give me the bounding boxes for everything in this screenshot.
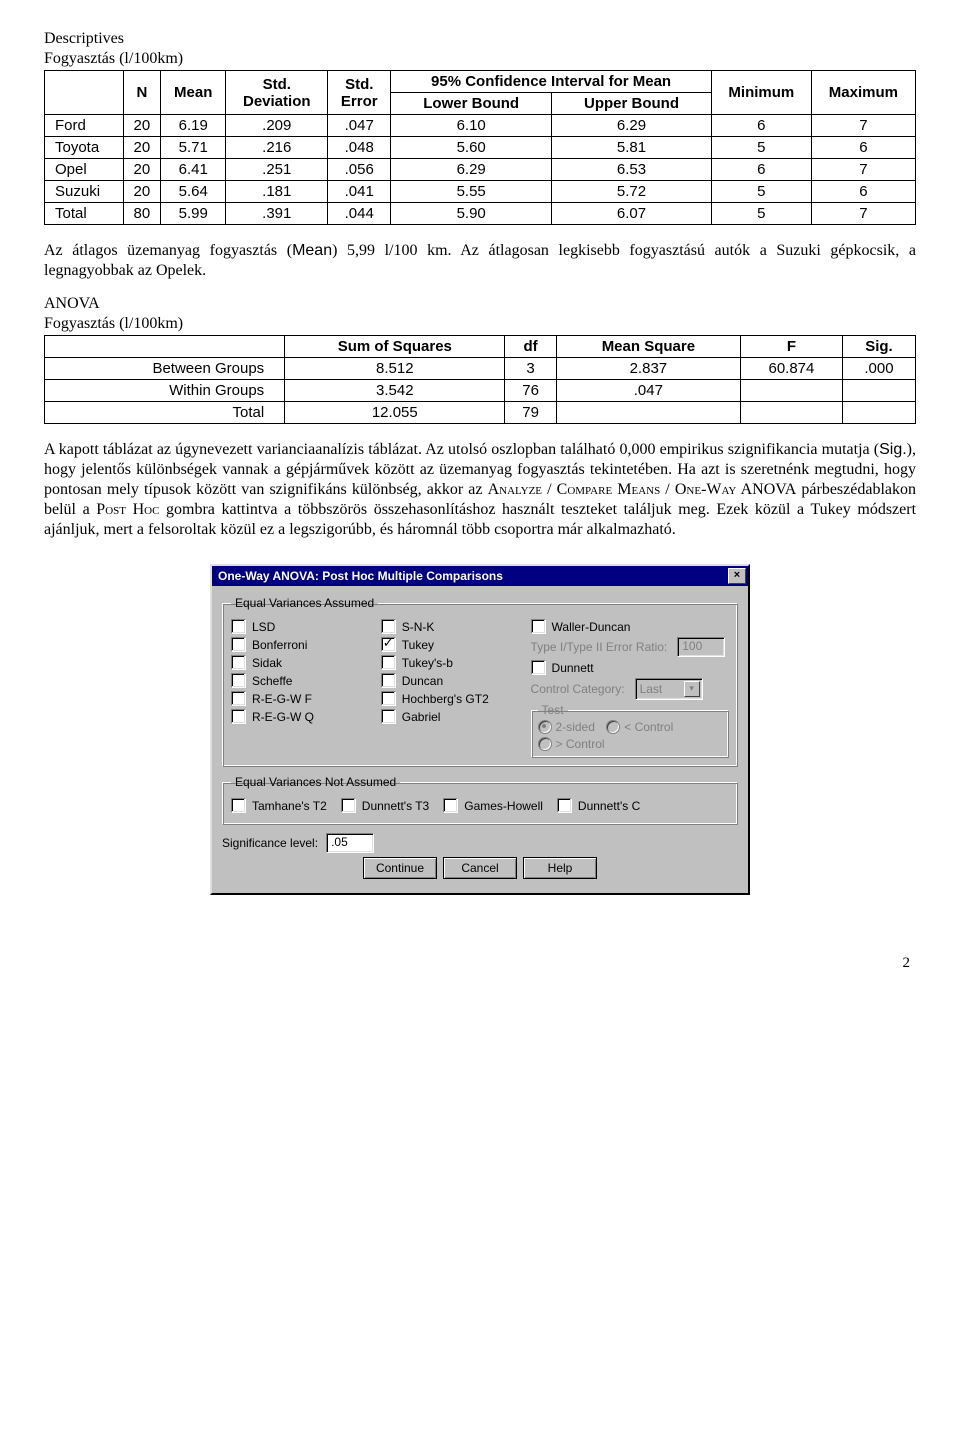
check-gabriel[interactable]: Gabriel [381,709,523,724]
posthoc-dialog: One-Way ANOVA: Post Hoc Multiple Compari… [210,564,750,895]
check-wallerduncan[interactable]: Waller-Duncan [531,619,729,634]
table-row: Ford206.19.209.0476.106.2967 [45,115,916,137]
control-category-select: Last▾ [635,678,703,700]
col-ci: 95% Confidence Interval for Mean [391,71,712,93]
check-tamhane[interactable]: Tamhane's T2 [231,798,327,813]
paragraph-1: Az átlagos üzemanyag fogyasztás (Mean) 5… [44,241,916,281]
check-regwq[interactable]: R-E-G-W Q [231,709,373,724]
check-scheffe[interactable]: Scheffe [231,673,373,688]
col-sig: Sig. [842,336,915,358]
anova-table: Sum of Squares df Mean Square F Sig. Bet… [44,335,916,424]
anova-subtitle: Fogyasztás (l/100km) [44,315,916,333]
continue-button[interactable]: Continue [363,857,437,879]
col-ss: Sum of Squares [285,336,505,358]
descriptives-table: N Mean Std.Deviation Std.Error 95% Confi… [44,70,916,225]
table-row: Total805.99.391.0445.906.0757 [45,203,916,225]
cancel-button[interactable]: Cancel [443,857,517,879]
test-group: Test 2-sided < Control > Control [531,703,729,758]
equal-variances-legend: Equal Variances Assumed [231,596,378,610]
radio-gtcontrol: > Control [538,737,605,751]
help-button[interactable]: Help [523,857,597,879]
dialog-title: One-Way ANOVA: Post Hoc Multiple Compari… [218,569,503,583]
check-duncan[interactable]: Duncan [381,673,523,688]
col-min: Minimum [711,71,811,115]
col-sd: Std.Deviation [226,71,328,115]
check-dunnettc[interactable]: Dunnett's C [557,798,640,813]
dialog-titlebar: One-Way ANOVA: Post Hoc Multiple Compari… [212,566,748,586]
check-snk[interactable]: S-N-K [381,619,523,634]
close-button[interactable]: × [728,568,746,584]
check-dunnett[interactable]: Dunnett [531,660,729,675]
equal-variances-group: Equal Variances Assumed LSD Bonferroni S… [222,596,738,767]
col-se: Std.Error [328,71,391,115]
table-row: Suzuki205.64.181.0415.555.7256 [45,181,916,203]
chevron-down-icon: ▾ [684,681,700,697]
col-ms: Mean Square [556,336,740,358]
unequal-variances-legend: Equal Variances Not Assumed [231,775,400,789]
check-tukey[interactable]: Tukey [381,637,523,652]
anova-title: ANOVA [44,295,916,313]
col-n: N [123,71,161,115]
check-dunnettt3[interactable]: Dunnett's T3 [341,798,429,813]
table-row: Toyota205.71.216.0485.605.8156 [45,137,916,159]
table-row: Opel206.41.251.0566.296.5367 [45,159,916,181]
significance-row: Significance level: .05 [222,833,738,853]
significance-label: Significance level: [222,836,318,850]
descriptives-subtitle: Fogyasztás (l/100km) [44,50,916,68]
col-mean: Mean [161,71,226,115]
check-regwf[interactable]: R-E-G-W F [231,691,373,706]
check-gameshowell[interactable]: Games-Howell [443,798,543,813]
check-bonferroni[interactable]: Bonferroni [231,637,373,652]
radio-2sided: 2-sided [538,720,595,734]
col-max: Maximum [811,71,915,115]
table-row: Between Groups8.51232.83760.874.000 [45,358,916,380]
col-df: df [505,336,556,358]
radio-ltcontrol: < Control [606,720,673,734]
ratio-input: 100 [677,637,725,657]
significance-input[interactable]: .05 [326,833,374,853]
check-lsd[interactable]: LSD [231,619,373,634]
descriptives-title: Descriptives [44,30,916,48]
table-row: Total12.05579 [45,402,916,424]
test-legend: Test [538,703,568,717]
control-category-row: Control Category: Last▾ [531,678,729,700]
check-hochberg[interactable]: Hochberg's GT2 [381,691,523,706]
ratio-row: Type I/Type II Error Ratio: 100 [531,637,729,657]
unequal-variances-group: Equal Variances Not Assumed Tamhane's T2… [222,775,738,825]
check-sidak[interactable]: Sidak [231,655,373,670]
page-number: 2 [44,955,916,972]
check-tukeysb[interactable]: Tukey's-b [381,655,523,670]
paragraph-2: A kapott táblázat az úgynevezett varianc… [44,440,916,540]
col-f: F [740,336,842,358]
table-row: Within Groups3.54276.047 [45,380,916,402]
col-lower: Lower Bound [391,93,552,115]
col-upper: Upper Bound [552,93,712,115]
